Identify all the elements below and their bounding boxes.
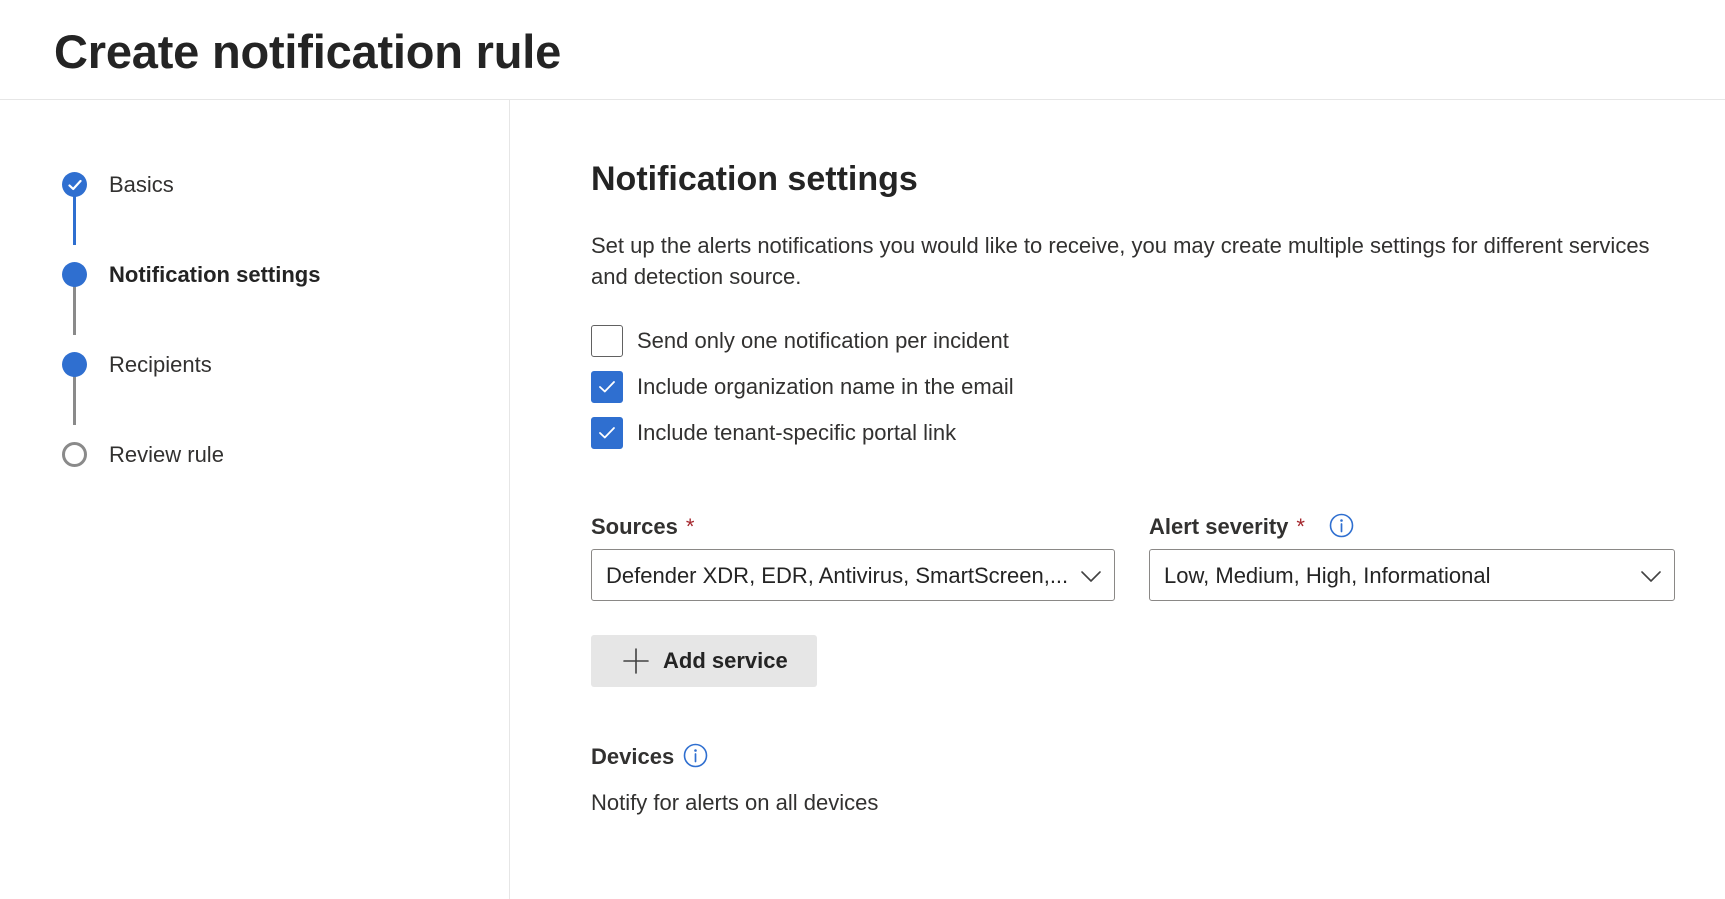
alert-severity-dropdown-value: Low, Medium, High, Informational [1164,563,1491,588]
step-completed-indicator [62,172,87,197]
plus-icon [623,648,649,674]
checkbox-label: Include organization name in the email [637,374,1014,399]
devices-value: Notify for alerts on all devices [591,790,879,815]
checkbox-label: Send only one notification per incident [637,328,1009,353]
section-title: Notification settings [591,160,918,198]
chevron-down-icon [1081,571,1101,582]
section-description: Set up the alerts notifications you woul… [591,233,1650,289]
info-icon[interactable] [683,743,708,768]
checkbox-include-tenant-portal-link[interactable]: Include tenant-specific portal link [591,416,956,450]
step-indicator [62,352,87,377]
sources-dropdown[interactable]: Defender XDR, EDR, Antivirus, SmartScree… [591,549,1115,601]
check-icon [599,427,615,439]
sources-label: Sources * [591,514,694,540]
checkbox-include-organization-name[interactable]: Include organization name in the email [591,370,1014,404]
info-icon[interactable] [1329,513,1354,538]
checkbox-one-notification-per-incident[interactable]: Send only one notification per incident [591,324,1009,358]
step-review-rule[interactable]: Review rule [0,434,500,474]
alert-severity-label: Alert severity * [1149,514,1305,540]
step-label: Notification settings [109,262,321,287]
step-recipients[interactable]: Recipients [0,344,500,384]
check-icon [599,381,615,393]
step-label: Basics [109,172,174,197]
checkbox-label: Include tenant-specific portal link [637,420,957,445]
chevron-down-icon [1641,571,1661,582]
required-asterisk: * [1296,514,1305,539]
step-label: Recipients [109,352,212,377]
page-header: Create notification rule [0,0,1725,100]
sources-dropdown-value: Defender XDR, EDR, Antivirus, SmartScree… [606,563,1069,588]
step-upcoming-indicator [62,442,87,467]
page-title: Create notification rule [54,25,562,78]
sources-label-text: Sources [591,514,678,539]
step-label: Review rule [109,442,224,467]
alert-severity-dropdown[interactable]: Low, Medium, High, Informational [1149,549,1675,601]
devices-label: Devices [591,744,675,769]
checkbox-box[interactable] [591,325,623,357]
required-asterisk: * [685,514,695,539]
step-notification-settings[interactable]: Notification settings [0,254,500,294]
step-basics[interactable]: Basics [0,164,500,204]
checkbox-box[interactable] [591,371,623,403]
add-service-label: Add service [663,648,788,673]
check-icon [67,179,82,190]
wizard-steps-panel: Basics Notification settings Recipients … [0,100,510,899]
checkbox-box[interactable] [591,417,623,449]
add-service-button[interactable]: Add service [591,635,817,687]
step-current-indicator [62,262,87,287]
alert-severity-label-text: Alert severity [1149,514,1289,539]
